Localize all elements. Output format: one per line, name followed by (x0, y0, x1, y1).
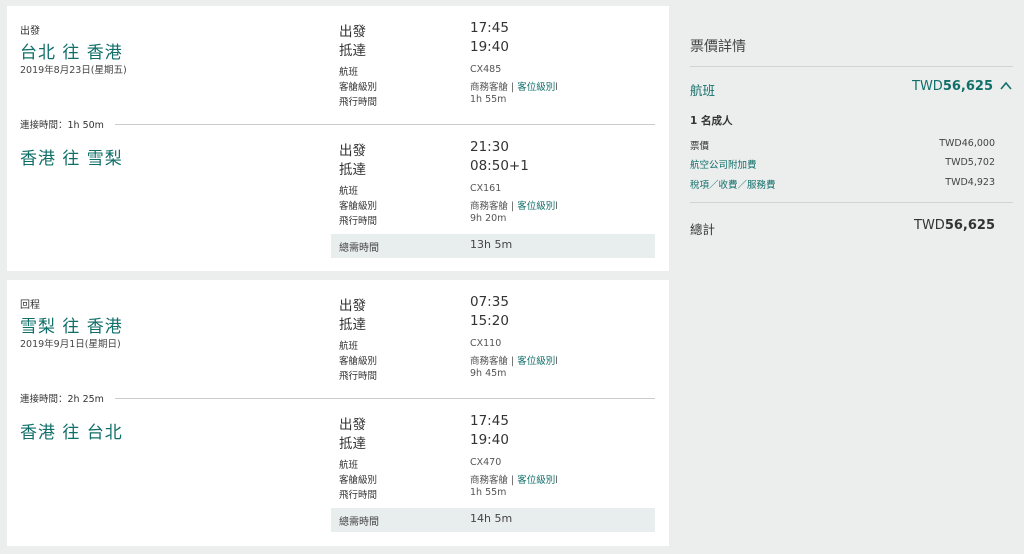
cabin-label: 客艙級別 (339, 356, 378, 367)
grand-total-label: 總計 (690, 222, 716, 237)
cabin-class: 商務客艙 | 客位級別l (470, 475, 558, 486)
outbound-itinerary-card: 出發 台北 往 香港 2019年8月23日(星期五) 出發 17:45 抵達 1… (7, 6, 669, 271)
cabin-label: 客艙級別 (339, 475, 378, 486)
flight-number: CX485 (470, 64, 502, 75)
chevron-up-icon[interactable] (999, 79, 1013, 93)
flight-duration: 9h 20m (470, 213, 507, 224)
connection-time: 連接時間：1h 50m (20, 120, 104, 131)
journey-type-label: 回程 (20, 300, 40, 311)
cabin-class: 商務客艙 | 客位級別l (470, 82, 558, 93)
flight-label: 航班 (339, 460, 359, 471)
fare-row-value: TWD46,000 (939, 138, 995, 149)
depart-time: 21:30 (470, 139, 509, 155)
depart-label: 出發 (339, 417, 366, 433)
depart-label: 出發 (339, 298, 366, 314)
duration-label: 飛行時間 (339, 97, 378, 108)
total-time-value: 13h 5m (470, 238, 513, 251)
fare-row-value: TWD5,702 (945, 157, 995, 168)
arrive-label: 抵達 (339, 317, 366, 333)
arrive-time: 08:50+1 (470, 158, 529, 174)
flight-fare-label[interactable]: 航班 (690, 80, 715, 99)
passenger-count: 1 名成人 (690, 115, 733, 127)
flight-number: CX161 (470, 183, 502, 194)
flight-duration: 1h 55m (470, 487, 507, 498)
duration-label: 飛行時間 (339, 490, 378, 501)
journey-date: 2019年8月23日(星期五) (20, 65, 127, 76)
leg-route: 香港 往 台北 (20, 423, 123, 443)
connection-time: 連接時間：2h 25m (20, 394, 104, 405)
depart-label: 出發 (339, 24, 366, 40)
flight-label: 航班 (339, 186, 359, 197)
divider (690, 66, 1013, 67)
fare-class-link[interactable]: 客位級別 (517, 201, 555, 212)
total-time-label: 總需時間 (339, 517, 379, 528)
fare-class-link[interactable]: 客位級別 (517, 82, 555, 93)
flight-number: CX470 (470, 457, 502, 468)
cabin-class: 商務客艙 | 客位級別l (470, 356, 558, 367)
carrier-surcharge-link[interactable]: 航空公司附加費 (690, 157, 757, 171)
leg-route: 雪梨 往 香港 (20, 317, 123, 337)
total-time-value: 14h 5m (470, 512, 513, 525)
currency-code: TWD (912, 79, 943, 94)
divider (115, 124, 655, 125)
arrive-label: 抵達 (339, 43, 366, 59)
total-time-label: 總需時間 (339, 243, 379, 254)
flight-label: 航班 (339, 67, 359, 78)
arrive-time: 15:20 (470, 313, 509, 329)
flight-duration: 9h 45m (470, 368, 507, 379)
duration-label: 飛行時間 (339, 371, 378, 382)
taxes-fees-link[interactable]: 稅項／收費／服務費 (690, 177, 776, 191)
depart-time: 07:35 (470, 294, 509, 310)
arrive-label: 抵達 (339, 162, 366, 178)
fare-row-value: TWD4,923 (945, 177, 995, 188)
fare-class-link[interactable]: 客位級別 (517, 475, 555, 486)
flight-duration: 1h 55m (470, 94, 507, 105)
cabin-class: 商務客艙 | 客位級別l (470, 201, 558, 212)
cabin-value: 商務客艙 (470, 201, 509, 212)
flight-fare-total[interactable]: TWD56,625 (912, 79, 993, 94)
cabin-value: 商務客艙 (470, 356, 509, 367)
flight-fare-amount: 56,625 (942, 79, 993, 94)
depart-time: 17:45 (470, 20, 509, 36)
journey-type-label: 出發 (20, 26, 40, 37)
depart-label: 出發 (339, 143, 366, 159)
fare-class-link[interactable]: 客位級別 (517, 356, 555, 367)
grand-total-value: TWD56,625 (914, 218, 995, 233)
duration-label: 飛行時間 (339, 216, 378, 227)
cabin-value: 商務客艙 (470, 82, 509, 93)
cabin-value: 商務客艙 (470, 475, 509, 486)
currency-code: TWD (914, 218, 945, 233)
arrive-time: 19:40 (470, 39, 509, 55)
total-journey-time-bar: 總需時間 13h 5m (331, 234, 655, 258)
cabin-label: 客艙級別 (339, 82, 378, 93)
grand-total-amount: 56,625 (944, 218, 995, 233)
cabin-label: 客艙級別 (339, 201, 378, 212)
leg-route: 香港 往 雪梨 (20, 149, 123, 169)
fare-details-panel: 票價詳情 航班 TWD56,625 1 名成人 票價 TWD46,000 航空公… (690, 0, 1013, 554)
depart-time: 17:45 (470, 413, 509, 429)
arrive-label: 抵達 (339, 436, 366, 452)
flight-number: CX110 (470, 338, 502, 349)
fare-row-label: 票價 (690, 141, 710, 152)
fare-details-title: 票價詳情 (690, 39, 746, 55)
divider (115, 398, 655, 399)
leg-route: 台北 往 香港 (20, 43, 123, 63)
return-itinerary-card: 回程 雪梨 往 香港 2019年9月1日(星期日) 出發 07:35 抵達 15… (7, 280, 669, 546)
journey-date: 2019年9月1日(星期日) (20, 339, 121, 350)
divider (690, 202, 1013, 203)
flight-label: 航班 (339, 341, 359, 352)
arrive-time: 19:40 (470, 432, 509, 448)
total-journey-time-bar: 總需時間 14h 5m (331, 508, 655, 532)
